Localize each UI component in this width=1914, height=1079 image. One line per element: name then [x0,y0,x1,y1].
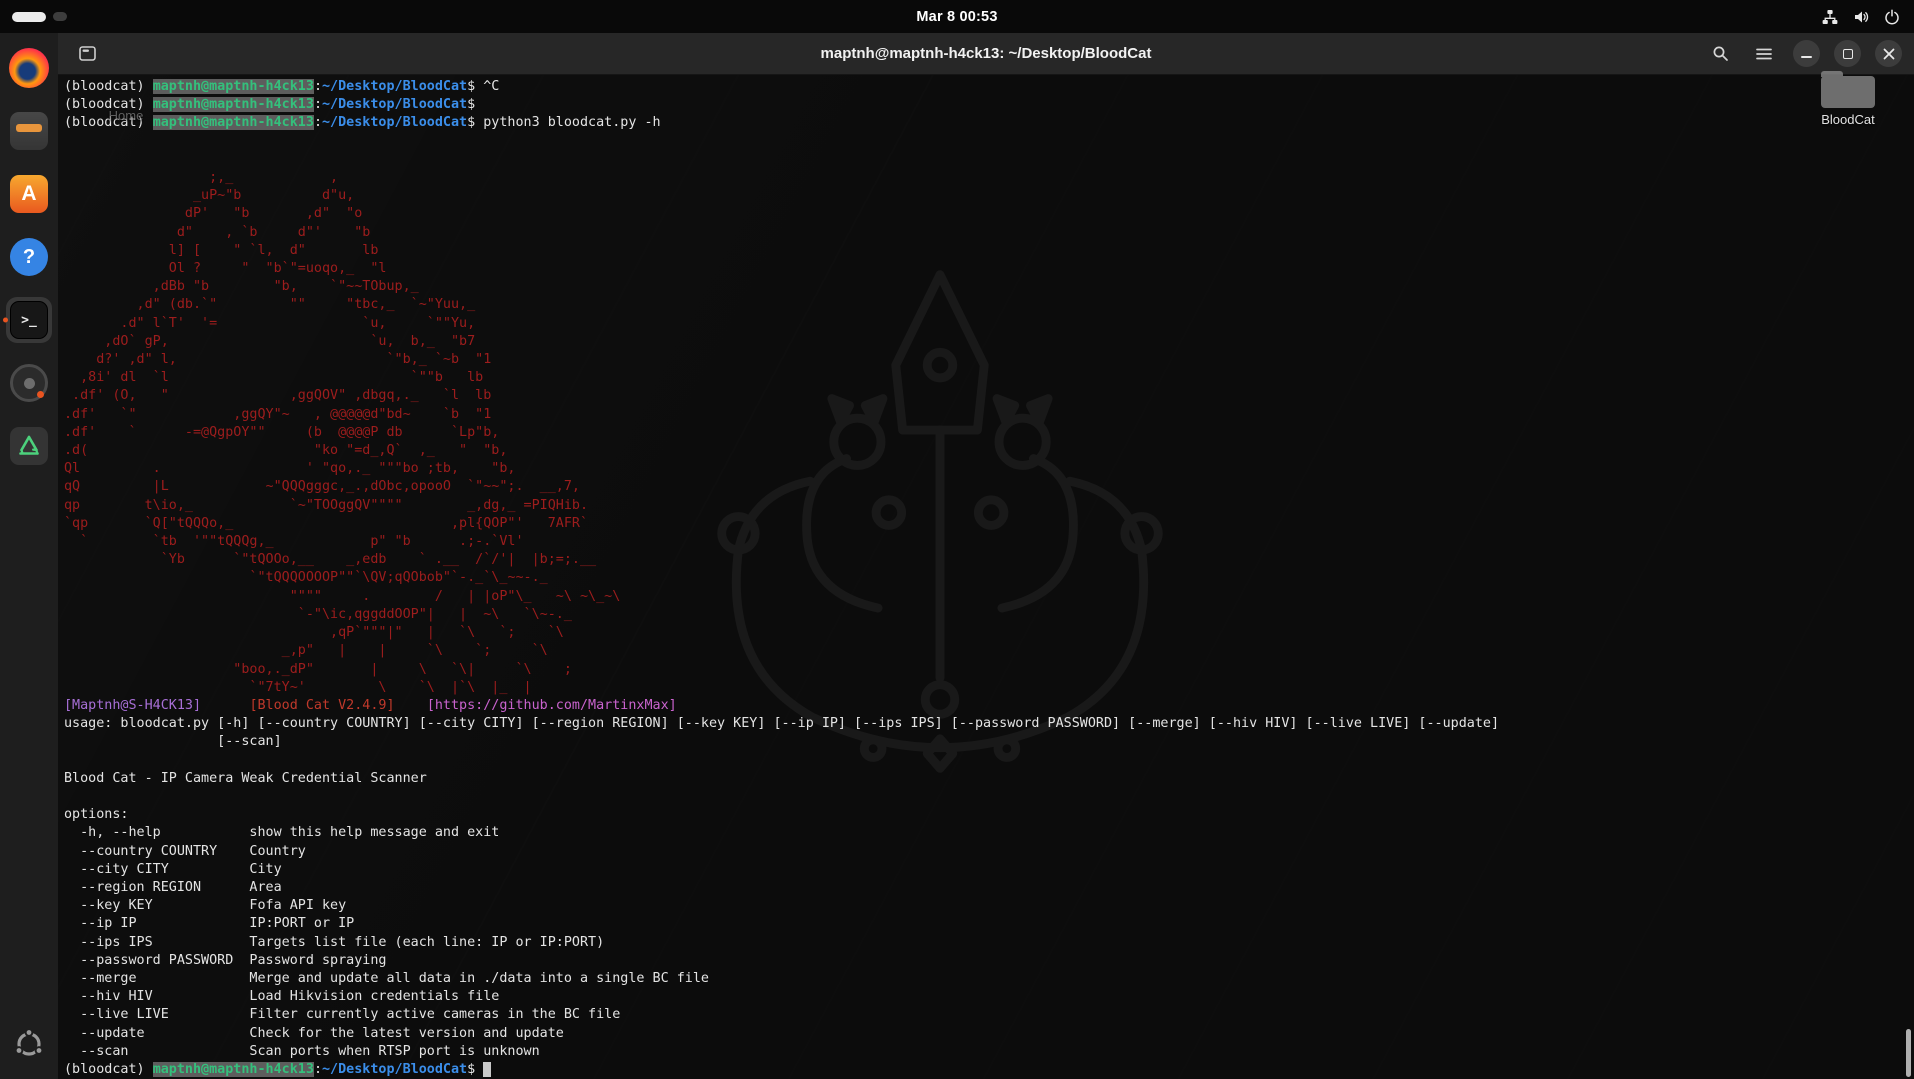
tab-icon [78,46,96,61]
files-icon [10,112,48,150]
terminal-output: (bloodcat) maptnh@maptnh-h4ck13:~/Deskto… [64,79,1500,1077]
hamburger-menu-icon [1756,48,1772,59]
dock-item-show-apps[interactable] [6,1021,52,1067]
screen: Mar 8 00:53 A ? >_ maptnh@maptnh-h4ck13:… [0,0,1914,1079]
dock-item-app-center[interactable]: A [6,171,52,217]
minimize-icon [1801,56,1812,58]
terminal-scrollbar-thumb[interactable] [1906,1029,1911,1077]
dock: A ? >_ [0,33,58,1079]
workspace-pill-active-icon [12,11,46,22]
firefox-icon [9,48,49,88]
minimize-button[interactable] [1793,40,1820,67]
network-icon [1822,9,1838,24]
dock-item-terminal[interactable]: >_ [3,297,52,343]
running-indicator-dot [3,317,8,323]
help-icon: ? [10,238,48,276]
search-button[interactable] [1705,39,1735,69]
window-headerbar[interactable]: maptnh@maptnh-h4ck13: ~/Desktop/BloodCat [58,33,1914,75]
new-tab-button[interactable] [72,39,102,69]
menu-button[interactable] [1749,39,1779,69]
window-title: maptnh@maptnh-h4ck13: ~/Desktop/BloodCat [820,45,1152,62]
volume-icon [1855,11,1869,22]
close-button[interactable] [1875,40,1902,67]
workspace-indicator[interactable] [12,11,67,22]
dock-item-help[interactable]: ? [6,234,52,280]
terminal-viewport[interactable]: (bloodcat) maptnh@maptnh-h4ck13:~/Deskto… [58,75,1914,1079]
terminal-icon: >_ [10,301,48,339]
close-icon [1883,48,1894,59]
trash-recycle-icon [10,427,48,465]
headerbar-controls [1705,39,1902,69]
workspace-pill-idle-icon [53,12,67,21]
disk-icon [10,364,48,402]
dock-item-disks[interactable] [6,360,52,406]
disk-icon-dot [37,391,44,398]
dock-item-trash[interactable] [6,423,52,469]
search-icon [1713,46,1728,61]
terminal-window: maptnh@maptnh-h4ck13: ~/Desktop/BloodCat [58,33,1914,1079]
top-bar: Mar 8 00:53 [0,0,1914,33]
clock[interactable]: Mar 8 00:53 [916,9,997,25]
power-icon [1885,8,1899,24]
maximize-button[interactable] [1834,40,1861,67]
ubuntu-logo-icon [10,1025,48,1063]
dock-item-files[interactable] [6,108,52,154]
dock-item-firefox[interactable] [6,45,52,91]
maximize-icon [1842,48,1853,59]
files-icon-bar [16,124,42,132]
system-status-area[interactable] [1822,8,1900,25]
app-center-icon: A [10,175,48,213]
